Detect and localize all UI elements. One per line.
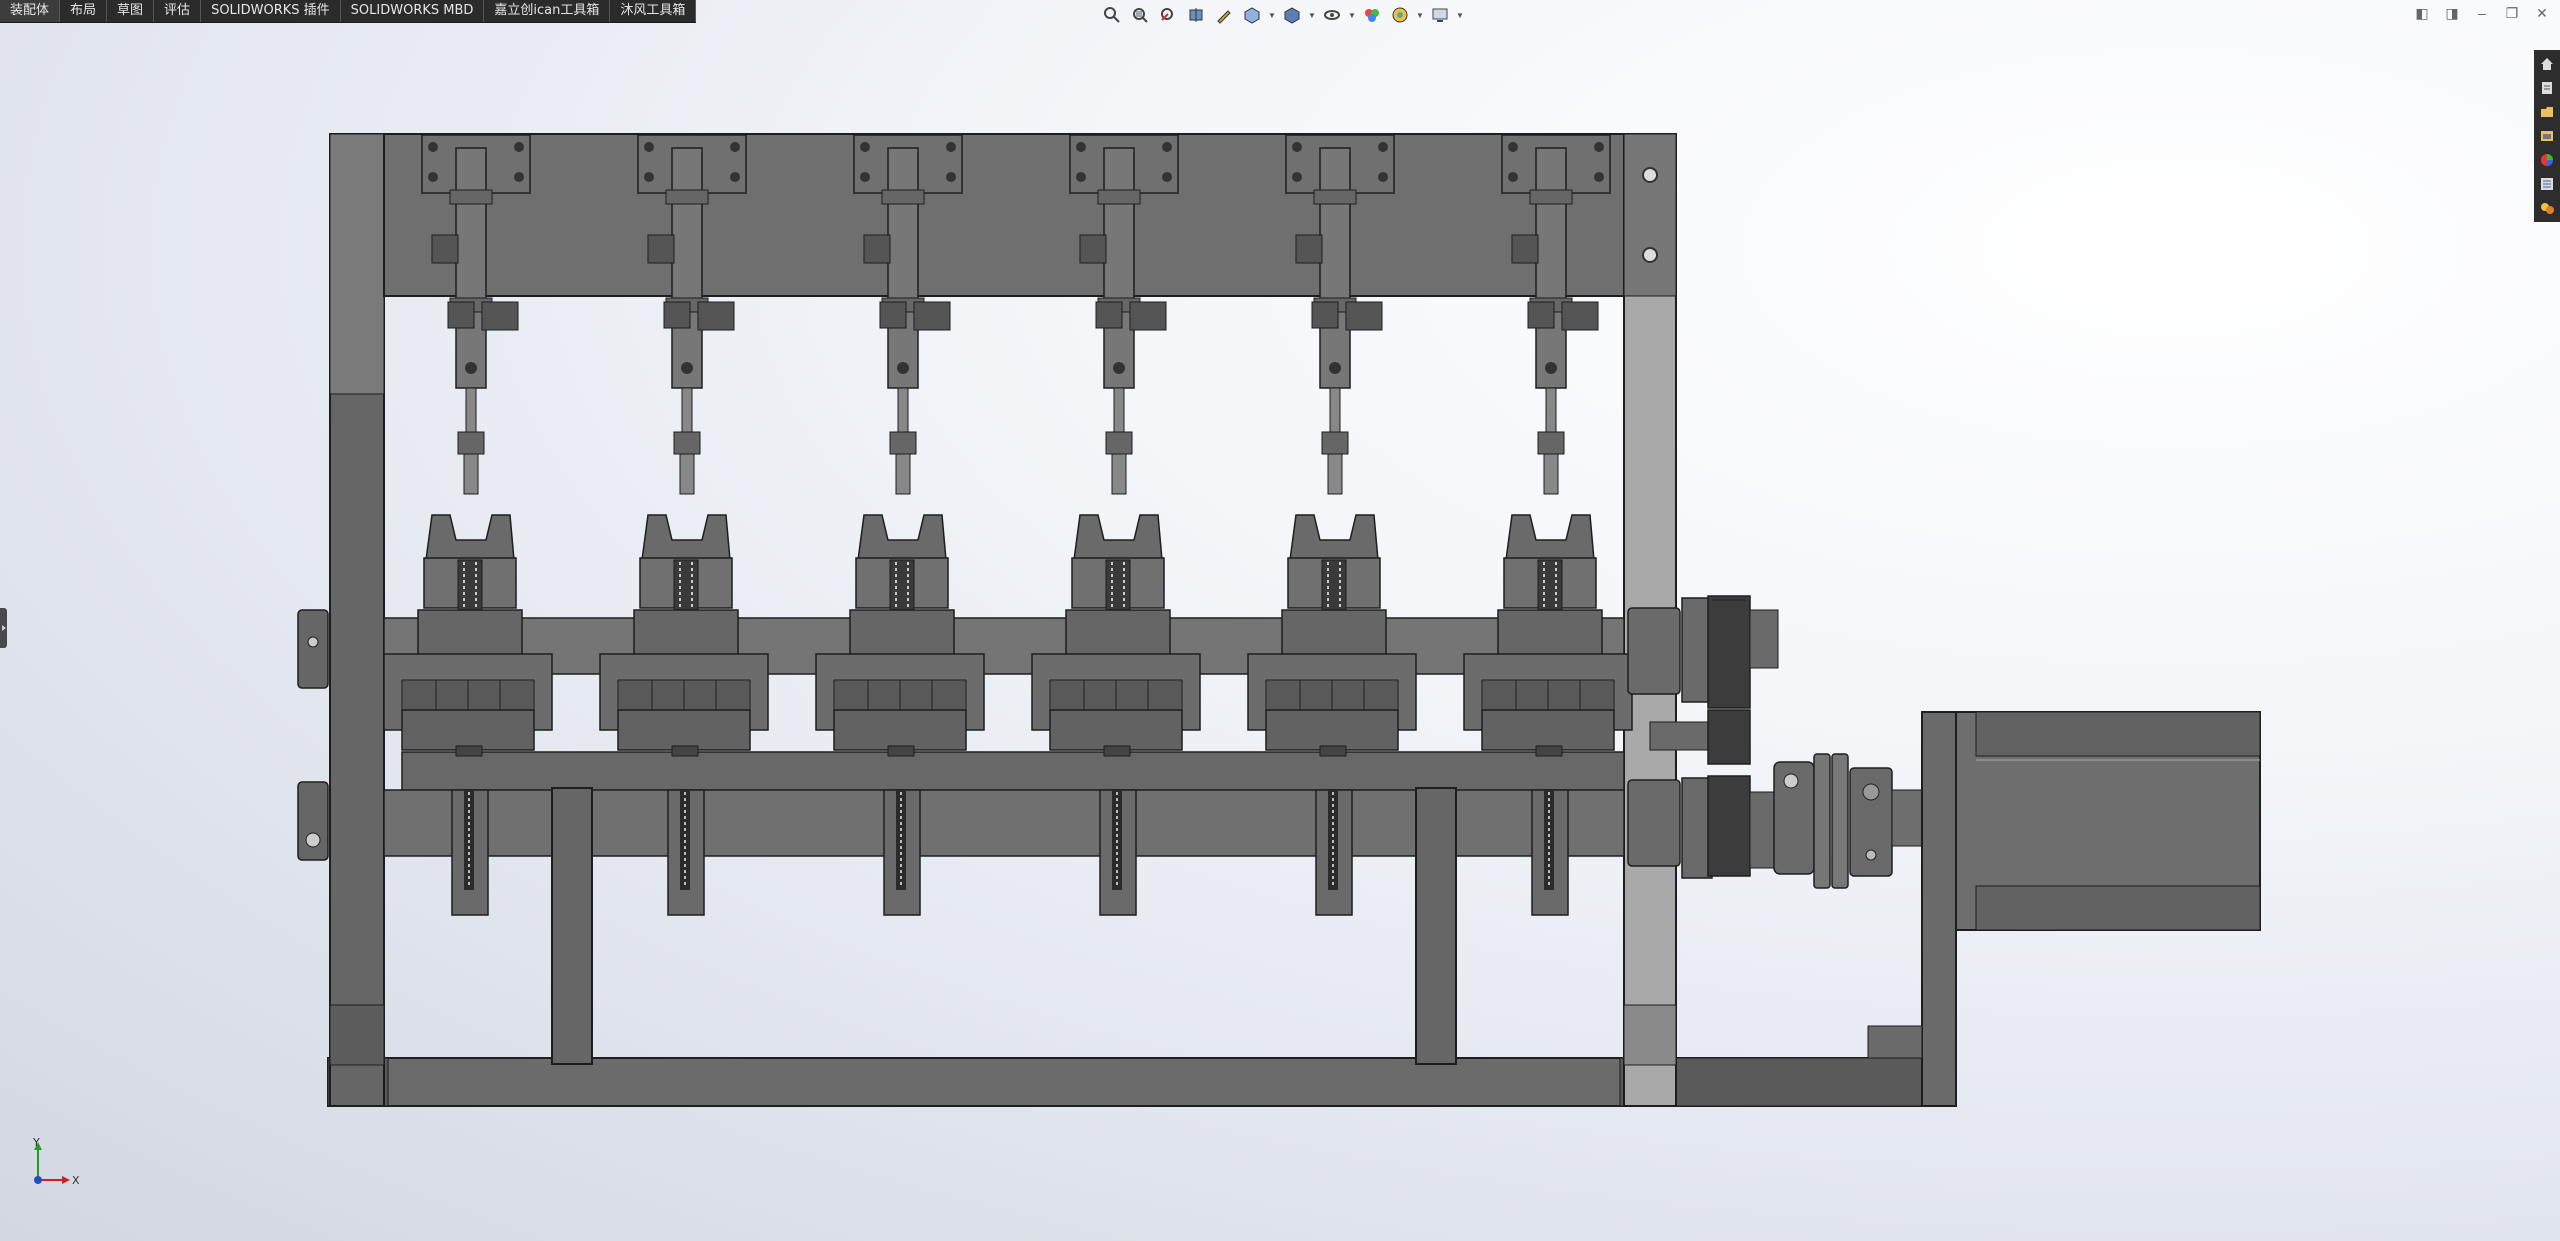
previous-view-icon[interactable] (1156, 3, 1180, 27)
close-icon[interactable]: ✕ (2532, 4, 2552, 22)
section-view-icon[interactable] (1184, 3, 1208, 27)
custom-properties-icon[interactable] (2534, 173, 2560, 195)
appearances-icon[interactable] (2534, 149, 2560, 171)
tab-0[interactable]: 装配体 (0, 0, 61, 22)
minimize-icon[interactable]: – (2472, 4, 2492, 22)
tab-3[interactable]: 评估 (154, 0, 202, 22)
command-manager-tabs: 装配体 布局 草图 评估 SOLIDWORKS 插件 SOLIDWORKS MBD 嘉立创i… (0, 0, 697, 23)
chevron-down-icon[interactable]: ▼ (1416, 3, 1424, 27)
edit-appearance-icon[interactable] (1360, 3, 1384, 27)
tab-1[interactable]: 布局 (60, 0, 108, 22)
tile-left-icon[interactable]: ◧ (2412, 4, 2432, 22)
window-controls: ◧ ◨ – ❐ ✕ (2412, 4, 2552, 22)
design-library-icon[interactable] (2534, 101, 2560, 123)
zoom-to-fit-icon[interactable] (1100, 3, 1124, 27)
triad-x-label: X (72, 1174, 80, 1186)
view-orientation-icon[interactable] (1240, 3, 1264, 27)
display-style-icon[interactable] (1280, 3, 1304, 27)
chevron-down-icon[interactable]: ▼ (1268, 3, 1276, 27)
solidworks-forum-icon[interactable] (2534, 197, 2560, 219)
chevron-down-icon[interactable]: ▼ (1348, 3, 1356, 27)
apply-scene-icon[interactable] (1388, 3, 1412, 27)
task-pane-tabs (2534, 50, 2560, 222)
dynamic-annotation-icon[interactable] (1212, 3, 1236, 27)
tab-5[interactable]: SOLIDWORKS MBD (341, 0, 485, 22)
resources-icon[interactable] (2534, 77, 2560, 99)
tab-7[interactable]: 沐风工具箱 (610, 0, 697, 22)
heads-up-view-toolbar: ▼ ▼ ▼ ▼ ▼ (1100, 3, 1464, 27)
zoom-to-area-icon[interactable] (1128, 3, 1152, 27)
tile-right-icon[interactable]: ◨ (2442, 4, 2462, 22)
tab-6[interactable]: 嘉立创ican工具箱 (484, 0, 611, 22)
file-explorer-icon[interactable] (2534, 125, 2560, 147)
reference-triad: Y X (32, 1138, 80, 1186)
home-icon[interactable] (2534, 53, 2560, 75)
tab-2[interactable]: 草图 (107, 0, 155, 22)
feature-manager-collapse-handle[interactable] (0, 608, 7, 648)
restore-icon[interactable]: ❐ (2502, 4, 2522, 22)
tab-4[interactable]: SOLIDWORKS 插件 (201, 0, 341, 22)
chevron-down-icon[interactable]: ▼ (1456, 3, 1464, 27)
triad-y-label: Y (32, 1138, 40, 1149)
chevron-down-icon[interactable]: ▼ (1308, 3, 1316, 27)
hide-show-items-icon[interactable] (1320, 3, 1344, 27)
graphics-area-model[interactable] (0, 0, 2560, 1241)
view-settings-icon[interactable] (1428, 3, 1452, 27)
